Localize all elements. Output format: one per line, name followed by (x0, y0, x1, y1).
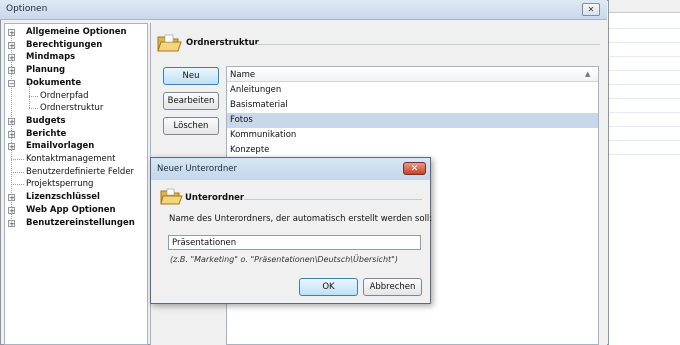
close-icon: ✕ (410, 164, 419, 174)
background-area (609, 0, 680, 345)
tree-item[interactable]: Projektsperrung (26, 178, 93, 190)
tree-item-label: Ordnerpfad (40, 91, 89, 101)
list-item-label: Fotos (230, 115, 253, 125)
tree-item[interactable]: Benutzereinstellungen (26, 217, 135, 229)
subfolder-name-input[interactable] (168, 235, 421, 250)
tree-item[interactable]: Ordnerpfad (40, 90, 89, 102)
dialog-title: Neuer Unterordner (157, 164, 237, 174)
expand-icon[interactable]: + (8, 67, 15, 75)
tree-guide-line (29, 84, 30, 96)
list-item-label: Kommunikation (230, 130, 297, 140)
tree-guide-line (29, 108, 38, 109)
tree-item[interactable]: Emailvorlagen (26, 140, 94, 152)
dialog-section-divider (244, 199, 422, 200)
expand-icon[interactable]: + (8, 220, 15, 228)
tree-item[interactable]: Kontaktmanagement (26, 153, 115, 165)
window-titlebar[interactable] (0, 0, 607, 20)
section-title: Ordnerstruktur (186, 38, 259, 48)
list-item-label: Anleitungen (230, 85, 282, 95)
tree-item-label: Allgemeine Optionen (26, 27, 127, 37)
close-icon: ✕ (587, 5, 595, 14)
cancel-button[interactable]: Abbrechen (363, 278, 422, 296)
dialog-section-title: Unterordner (185, 193, 245, 203)
tree-guide-line (29, 96, 30, 108)
expand-icon[interactable]: + (8, 143, 15, 151)
list-column-header[interactable] (227, 67, 598, 82)
folder-icon (160, 187, 184, 209)
tree-item-label: Mindmaps (26, 52, 76, 62)
delete-button[interactable]: Löschen (163, 117, 219, 135)
tree-item-label: Berechtigungen (26, 40, 103, 50)
tree-item[interactable]: Budgets (26, 115, 66, 127)
tree-item-label: Berichte (26, 129, 67, 139)
tree-item-label: Kontaktmanagement (26, 154, 116, 164)
tree-item[interactable]: Berichte (26, 128, 66, 140)
dialog-prompt-label: Name des Unterordners, der automatisch e… (169, 214, 433, 224)
window-title: Optionen (6, 4, 48, 14)
list-item-label: Basismaterial (230, 100, 288, 110)
expand-icon[interactable]: + (8, 54, 15, 62)
tree-item-label: Projektsperrung (26, 179, 94, 189)
tree-item[interactable]: Lizenzschlüssel (26, 191, 100, 203)
list-item[interactable]: Kommunikation (227, 128, 598, 143)
collapse-icon[interactable]: − (8, 80, 15, 88)
tree-item-label: Dokumente (26, 78, 82, 88)
expand-icon[interactable]: + (8, 207, 15, 215)
tree-item-label: Budgets (26, 116, 66, 126)
list-item[interactable]: Basismaterial (227, 98, 598, 113)
tree-item-label: Planung (26, 65, 66, 75)
expand-icon[interactable]: + (8, 42, 15, 50)
edit-button[interactable]: Bearbeiten (163, 92, 219, 110)
tree-item-label: Ordnerstruktur (40, 103, 104, 113)
tree-item[interactable]: Allgemeine Optionen (26, 26, 127, 38)
folder-icon (157, 33, 183, 56)
expand-icon[interactable]: + (8, 194, 15, 202)
expand-icon[interactable]: + (8, 118, 15, 126)
tree-item-label: Web App Optionen (26, 205, 116, 215)
tree-item[interactable]: Planung (26, 64, 65, 76)
sort-ascending-icon[interactable]: ▲ (585, 70, 590, 78)
dialog-close-button[interactable]: ✕ (403, 162, 426, 175)
list-item[interactable]: Fotos (227, 113, 598, 128)
tree-item-label: Emailvorlagen (26, 141, 95, 151)
dialog-hint-text: (z.B. "Marketing" o. "Präsentationen\Deu… (170, 255, 398, 264)
section-divider (254, 44, 600, 45)
tree-item[interactable]: Mindmaps (26, 51, 75, 63)
expand-icon[interactable]: + (8, 29, 15, 37)
background-toolbar (609, 0, 680, 13)
tree-guide-line (11, 159, 24, 160)
tree-item-label: Lizenzschlüssel (26, 192, 100, 202)
tree-item[interactable]: Berechtigungen (26, 39, 102, 51)
tree-guide-line (11, 172, 24, 173)
tree-guide-line (29, 96, 38, 97)
tree-item[interactable]: Ordnerstruktur (40, 102, 103, 114)
tree-guide-line (11, 184, 24, 185)
tree-item-label: Benutzereinstellungen (26, 218, 135, 228)
tree-item-label: Benutzerdefinierte Felder (26, 167, 135, 177)
tree-item[interactable]: Dokumente (26, 77, 81, 89)
list-item[interactable]: Konzepte (227, 143, 598, 158)
ok-button[interactable]: OK (299, 278, 358, 296)
window-close-button[interactable]: ✕ (582, 3, 600, 16)
list-item-label: Konzepte (230, 145, 270, 155)
expand-icon[interactable]: + (8, 131, 15, 139)
tree-item[interactable]: Benutzerdefinierte Felder (26, 166, 134, 178)
list-item[interactable]: Anleitungen (227, 83, 598, 98)
list-header-label: Name (230, 70, 256, 80)
tree-item[interactable]: Web App Optionen (26, 204, 116, 216)
new-button[interactable]: Neu (163, 67, 219, 85)
